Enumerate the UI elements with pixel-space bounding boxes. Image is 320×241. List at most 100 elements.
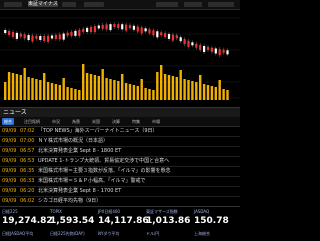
news-time: 06:02 — [20, 198, 35, 204]
news-headline: UPDATE 1-トランプ大統領、貿易協定交渉で中国と合意へ — [38, 158, 170, 164]
tab-news-1[interactable]: 注目銘柄 — [22, 118, 42, 125]
volume-bar — [175, 77, 178, 100]
quote-jpx400[interactable]: JPX日経400 14,117.86 NYダウ平均 — [96, 208, 149, 241]
quote-sub-label: ドル/円 — [146, 231, 160, 236]
volume-bar — [93, 75, 97, 100]
volume-bar — [160, 65, 163, 100]
candle-body — [74, 30, 77, 36]
volume-bar — [43, 73, 46, 100]
news-row[interactable]: 09/09 06:35 米国株式市場＝主要３指数が反落、「イルマ」の影響を懸念 — [0, 167, 240, 177]
quote-value: 150.78 — [194, 216, 229, 226]
candle-body — [167, 33, 171, 39]
news-row[interactable]: 09/09 06:20 北米決算発表企業 Sept 8 - 1700 ET — [0, 187, 240, 197]
news-row[interactable]: 09/09 07:02 「TOP NEWS」海外スーパーナイトニュース（9日） — [0, 127, 240, 137]
candlestick-chart — [0, 17, 240, 100]
candle-body — [105, 24, 108, 30]
ticker-label: 東証マイナス — [28, 1, 58, 7]
candle-body — [31, 35, 34, 42]
quote-label: 日経225 — [2, 209, 18, 214]
volume-bar — [148, 89, 151, 100]
volume-bar — [167, 75, 171, 100]
tab-news-0[interactable]: 総合 — [2, 118, 14, 125]
tab-news-2[interactable]: 市況 — [50, 118, 62, 125]
tab-placeholder[interactable] — [208, 2, 234, 7]
volume-bar — [97, 76, 100, 100]
tab-placeholder[interactable] — [156, 2, 178, 7]
volume-bar — [19, 75, 22, 100]
quote-label: TOPIX — [50, 209, 62, 214]
candle-body — [222, 49, 225, 53]
candle-body — [121, 24, 124, 30]
quote-mothers[interactable]: 東証マザーズ指数 1,013.86 ドル/円 — [144, 208, 192, 241]
tab-placeholder[interactable] — [62, 2, 76, 7]
volume-bar — [171, 76, 175, 100]
news-date: 09/09 — [2, 178, 17, 184]
tab-placeholder[interactable] — [184, 2, 202, 7]
candle-body — [58, 34, 61, 40]
news-row[interactable]: 09/09 07:00 ＮＹ株式市場の概況（日本語） — [0, 137, 240, 147]
quote-value: 1,593.54 — [50, 216, 95, 226]
tab-placeholder[interactable] — [84, 2, 104, 7]
candle-body — [39, 35, 42, 40]
tab-news-6[interactable]: 特集 — [130, 118, 142, 125]
price-chart[interactable]: 7/24 7/28 7/30 7/31 — [0, 10, 240, 113]
news-headline: ＮＹ株式市場の概況（日本語） — [38, 138, 109, 144]
candle-body — [11, 31, 15, 37]
tab-news-3[interactable]: 為替 — [70, 118, 82, 125]
volume-bar — [7, 72, 11, 100]
candle-body — [199, 44, 202, 50]
news-row[interactable]: 09/09 06:57 北米決算発表企業 Sept 8 - 1800 ET — [0, 147, 240, 157]
candle-body — [191, 42, 194, 46]
volume-bar — [54, 84, 58, 100]
index-quotes-bar: 日経225 19,274.82 日経JASDAQ平均 TOPIX 1,593.5… — [0, 206, 240, 241]
candle-body — [50, 35, 54, 39]
news-headline: 米国株式市場＝主要３指数が反落、「イルマ」の影響を懸念 — [38, 168, 171, 174]
volume-bar — [4, 82, 7, 100]
quote-nikkei225[interactable]: 日経225 19,274.82 日経JASDAQ平均 — [0, 208, 53, 241]
candle-body — [89, 26, 93, 32]
candle-body — [86, 27, 89, 32]
candle-body — [66, 32, 69, 36]
quote-sub-label: 上海総合 — [194, 231, 210, 236]
candle-body — [125, 24, 128, 31]
quote-label: JPX日経400 — [98, 209, 120, 214]
volume-bar — [214, 87, 217, 100]
volume-bar — [183, 79, 186, 100]
quote-topix[interactable]: TOPIX 1,593.54 日経225先物(DAY) — [48, 208, 96, 241]
quote-jasdaq[interactable]: JASDAQ 150.78 上海総合 — [192, 208, 240, 241]
candle-body — [179, 37, 182, 42]
tab-news-5[interactable]: 決算 — [110, 118, 122, 125]
news-row[interactable]: 09/09 06:33 米国株式市場＝Ｓ＆Ｐ小幅高、「イルマ」警戒で — [0, 177, 240, 187]
volume-bar — [74, 89, 77, 100]
news-headline: シカゴ日経平均先物（9日） — [38, 198, 102, 204]
candle-body — [128, 25, 132, 29]
tab-news-4[interactable]: 米国 — [90, 118, 102, 125]
news-time: 06:53 — [20, 158, 35, 164]
quote-value: 1,013.86 — [146, 216, 191, 226]
volume-bar — [191, 81, 194, 100]
candle-body — [187, 40, 190, 47]
news-date: 09/09 — [2, 138, 17, 144]
candle-body — [113, 24, 116, 28]
candle-body — [140, 27, 143, 34]
menu-icon[interactable] — [4, 2, 22, 7]
candle-body — [160, 32, 163, 36]
volume-bar — [152, 90, 155, 100]
candle-body — [203, 45, 206, 52]
volume-bar — [156, 72, 159, 100]
quote-sub-label: 日経JASDAQ平均 — [2, 231, 34, 236]
news-headline: 米国株式市場＝Ｓ＆Ｐ小幅高、「イルマ」警戒で — [38, 178, 146, 184]
news-row[interactable]: 09/09 06:53 UPDATE 1-トランプ大統領、貿易協定交渉で中国と合意へ — [0, 157, 240, 167]
news-tabs: 総合 注目銘柄 市況 為替 米国 決算 特集 市場 — [0, 117, 240, 127]
volume-bar — [101, 69, 104, 100]
volume-bar — [62, 78, 65, 100]
candle-body — [117, 24, 120, 29]
candle-body — [214, 48, 217, 54]
candle-body — [144, 28, 147, 32]
quote-label: 東証マザーズ指数 — [146, 209, 178, 214]
candle-body — [109, 24, 112, 31]
volume-bar — [11, 73, 15, 100]
candle-body — [93, 26, 96, 33]
tab-news-7[interactable]: 市場 — [150, 118, 162, 125]
volume-bar — [85, 73, 89, 100]
